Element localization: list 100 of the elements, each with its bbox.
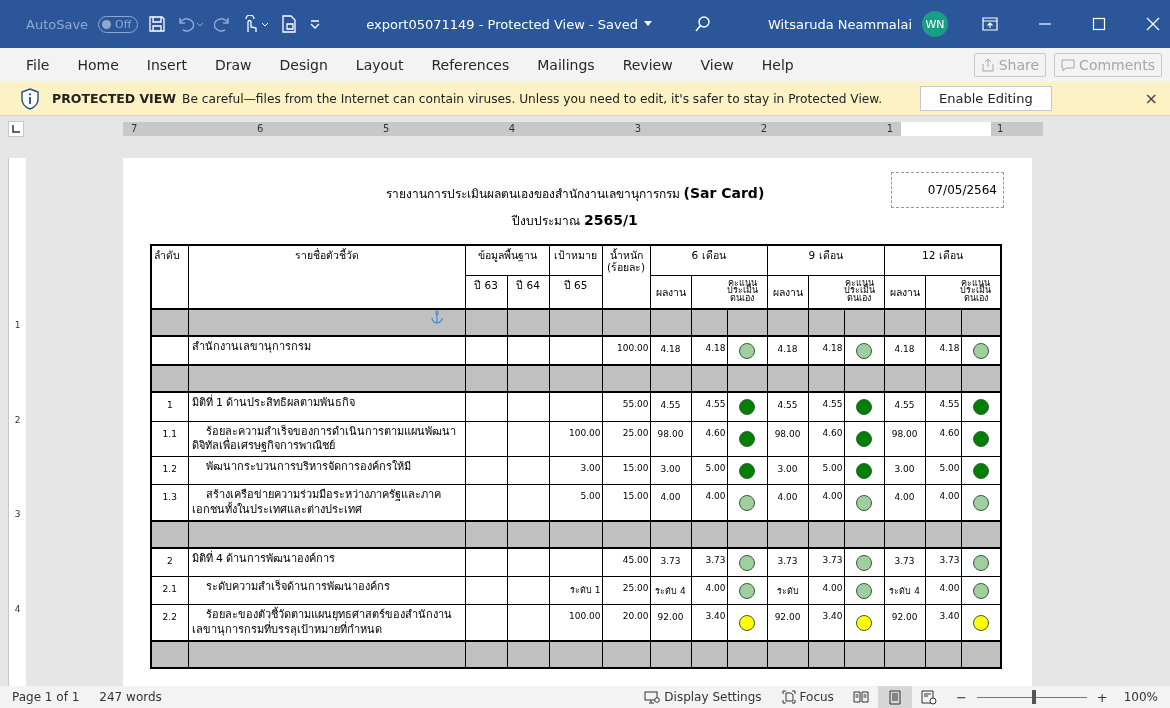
zoom-slider[interactable] — [976, 690, 1087, 704]
table-cell — [650, 309, 691, 336]
display-settings-button[interactable]: Display Settings — [644, 690, 762, 704]
print-layout-button[interactable] — [877, 686, 912, 708]
table-cell — [691, 309, 727, 336]
table-cell — [549, 392, 602, 421]
table-cell — [549, 520, 602, 548]
page-icon — [887, 689, 902, 705]
table-cell — [925, 365, 962, 392]
focus-button[interactable]: Focus — [781, 690, 834, 704]
print-preview-icon[interactable] — [280, 15, 299, 33]
vertical-ruler[interactable]: 1 2 3 4 — [8, 158, 26, 686]
table-cell: 4.55 — [808, 392, 845, 421]
ruler-number: 4 — [508, 122, 516, 136]
ribbon-tab[interactable]: View — [686, 48, 748, 82]
table-cell: 3.00 — [650, 456, 691, 485]
table-cell — [507, 309, 549, 336]
table-cell — [925, 309, 962, 336]
table-cell: 3.73 — [767, 547, 809, 577]
ribbon-tab[interactable]: Layout — [341, 48, 418, 82]
ribbon-tab[interactable]: Help — [747, 48, 808, 82]
table-cell: มิติที่ 4 ด้านการพัฒนาองค์การ — [188, 547, 465, 577]
anchor-icon — [430, 311, 443, 324]
table-cell: 100.00 — [549, 421, 602, 457]
close-bar-button[interactable]: × — [1140, 89, 1162, 108]
monitor-icon — [644, 690, 661, 704]
ribbon-display-icon[interactable] — [982, 16, 998, 32]
ruler-number: 1 — [991, 122, 1044, 136]
protected-view-title: PROTECTED VIEW — [52, 91, 177, 106]
table-cell — [650, 365, 691, 392]
table-cell: 98.00 — [767, 421, 809, 457]
column-header: น้ำหนัก (ร้อยละ) — [602, 245, 650, 309]
table-cell: 4.55 — [884, 392, 926, 421]
table-cell — [549, 641, 602, 669]
table-cell — [650, 520, 691, 548]
zoom-out-button[interactable]: − — [955, 689, 967, 705]
table-cell — [884, 641, 926, 669]
table-cell: มิติที่ 1 ด้านประสิทธิผลตามพันธกิจ — [188, 392, 465, 421]
table-cell — [691, 520, 727, 548]
undo-icon[interactable] — [176, 15, 205, 33]
web-page-icon — [920, 689, 937, 705]
save-icon[interactable] — [148, 15, 167, 33]
table-cell: 25.00 — [602, 576, 650, 605]
table-cell — [884, 365, 926, 392]
table-cell — [465, 641, 507, 669]
table-cell: 25.00 — [602, 421, 650, 457]
protected-view-message: Be careful—files from the Internet can contain viruses. Unless you need to edit, it's safer to stay in Protected View. — [182, 91, 882, 106]
table-cell: 5.00 — [925, 456, 962, 485]
page-count[interactable]: Page 1 of 1 — [12, 690, 80, 704]
share-icon — [980, 58, 995, 72]
ribbon-tab[interactable]: References — [417, 48, 524, 82]
zoom-level[interactable]: 100% — [1123, 690, 1158, 704]
table-cell — [767, 365, 809, 392]
table-cell — [549, 309, 602, 336]
table-cell: 4.00 — [691, 576, 727, 605]
tab-selector-icon[interactable] — [8, 121, 24, 137]
table-cell — [602, 309, 650, 336]
zoom-in-button[interactable]: + — [1096, 689, 1108, 705]
table-cell: 1.1 — [151, 421, 188, 457]
table-cell — [507, 421, 549, 457]
ribbon-tab[interactable]: Review — [608, 48, 687, 82]
table-cell: 3.00 — [884, 456, 926, 485]
caret-icon[interactable] — [643, 21, 652, 27]
table-cell: 98.00 — [884, 421, 926, 457]
ruler-number: 3 — [14, 509, 21, 520]
table-cell: 3.73 — [808, 547, 845, 577]
window-title[interactable]: export05071149 - Protected View - Saved — [366, 16, 638, 32]
maximize-icon[interactable] — [1092, 17, 1106, 31]
table-cell — [602, 365, 650, 392]
table-cell — [808, 365, 845, 392]
table-cell: 55.00 — [602, 392, 650, 421]
word-count[interactable]: 247 words — [99, 690, 162, 704]
close-icon[interactable] — [1146, 17, 1160, 31]
table-cell: 4.55 — [925, 392, 962, 421]
column-header: 9 เดือน — [767, 245, 885, 275]
ruler-number: 2 — [760, 122, 768, 136]
ribbon-tab[interactable]: File — [12, 48, 64, 82]
date-text-box: 07/05/2564 — [890, 172, 1004, 208]
ribbon-tab[interactable]: Home — [63, 48, 133, 82]
search-icon[interactable] — [693, 15, 712, 33]
column-header: ข้อมูลพื้นฐาน — [465, 245, 549, 275]
table-cell — [465, 576, 507, 605]
table-cell: 3.73 — [925, 547, 962, 577]
table-cell: พัฒนากระบวนการบริหารจัดการองค์กรให้มี — [188, 456, 465, 485]
ribbon-tab[interactable]: Design — [265, 48, 342, 82]
table-cell — [691, 365, 727, 392]
report-title: รายงานการประเมินผลตนเองของสำนักงานเลขานุการกรม (Sar Card) — [385, 184, 765, 203]
table-cell — [767, 641, 809, 669]
ribbon-tab[interactable]: Insert — [132, 48, 201, 82]
user-name[interactable]: Witsaruda Neammalai — [767, 16, 912, 32]
enable-editing-button[interactable]: Enable Editing — [920, 86, 1052, 111]
zoom-slider-thumb[interactable] — [1031, 690, 1036, 704]
table-cell — [465, 456, 507, 485]
touch-mode-icon[interactable] — [242, 15, 271, 33]
ribbon-tab[interactable]: Draw — [200, 48, 266, 82]
table-cell — [465, 520, 507, 548]
shield-icon — [20, 87, 40, 110]
table-cell — [549, 547, 602, 577]
table-cell — [507, 641, 549, 669]
ribbon-tab[interactable]: Mailings — [523, 48, 609, 82]
